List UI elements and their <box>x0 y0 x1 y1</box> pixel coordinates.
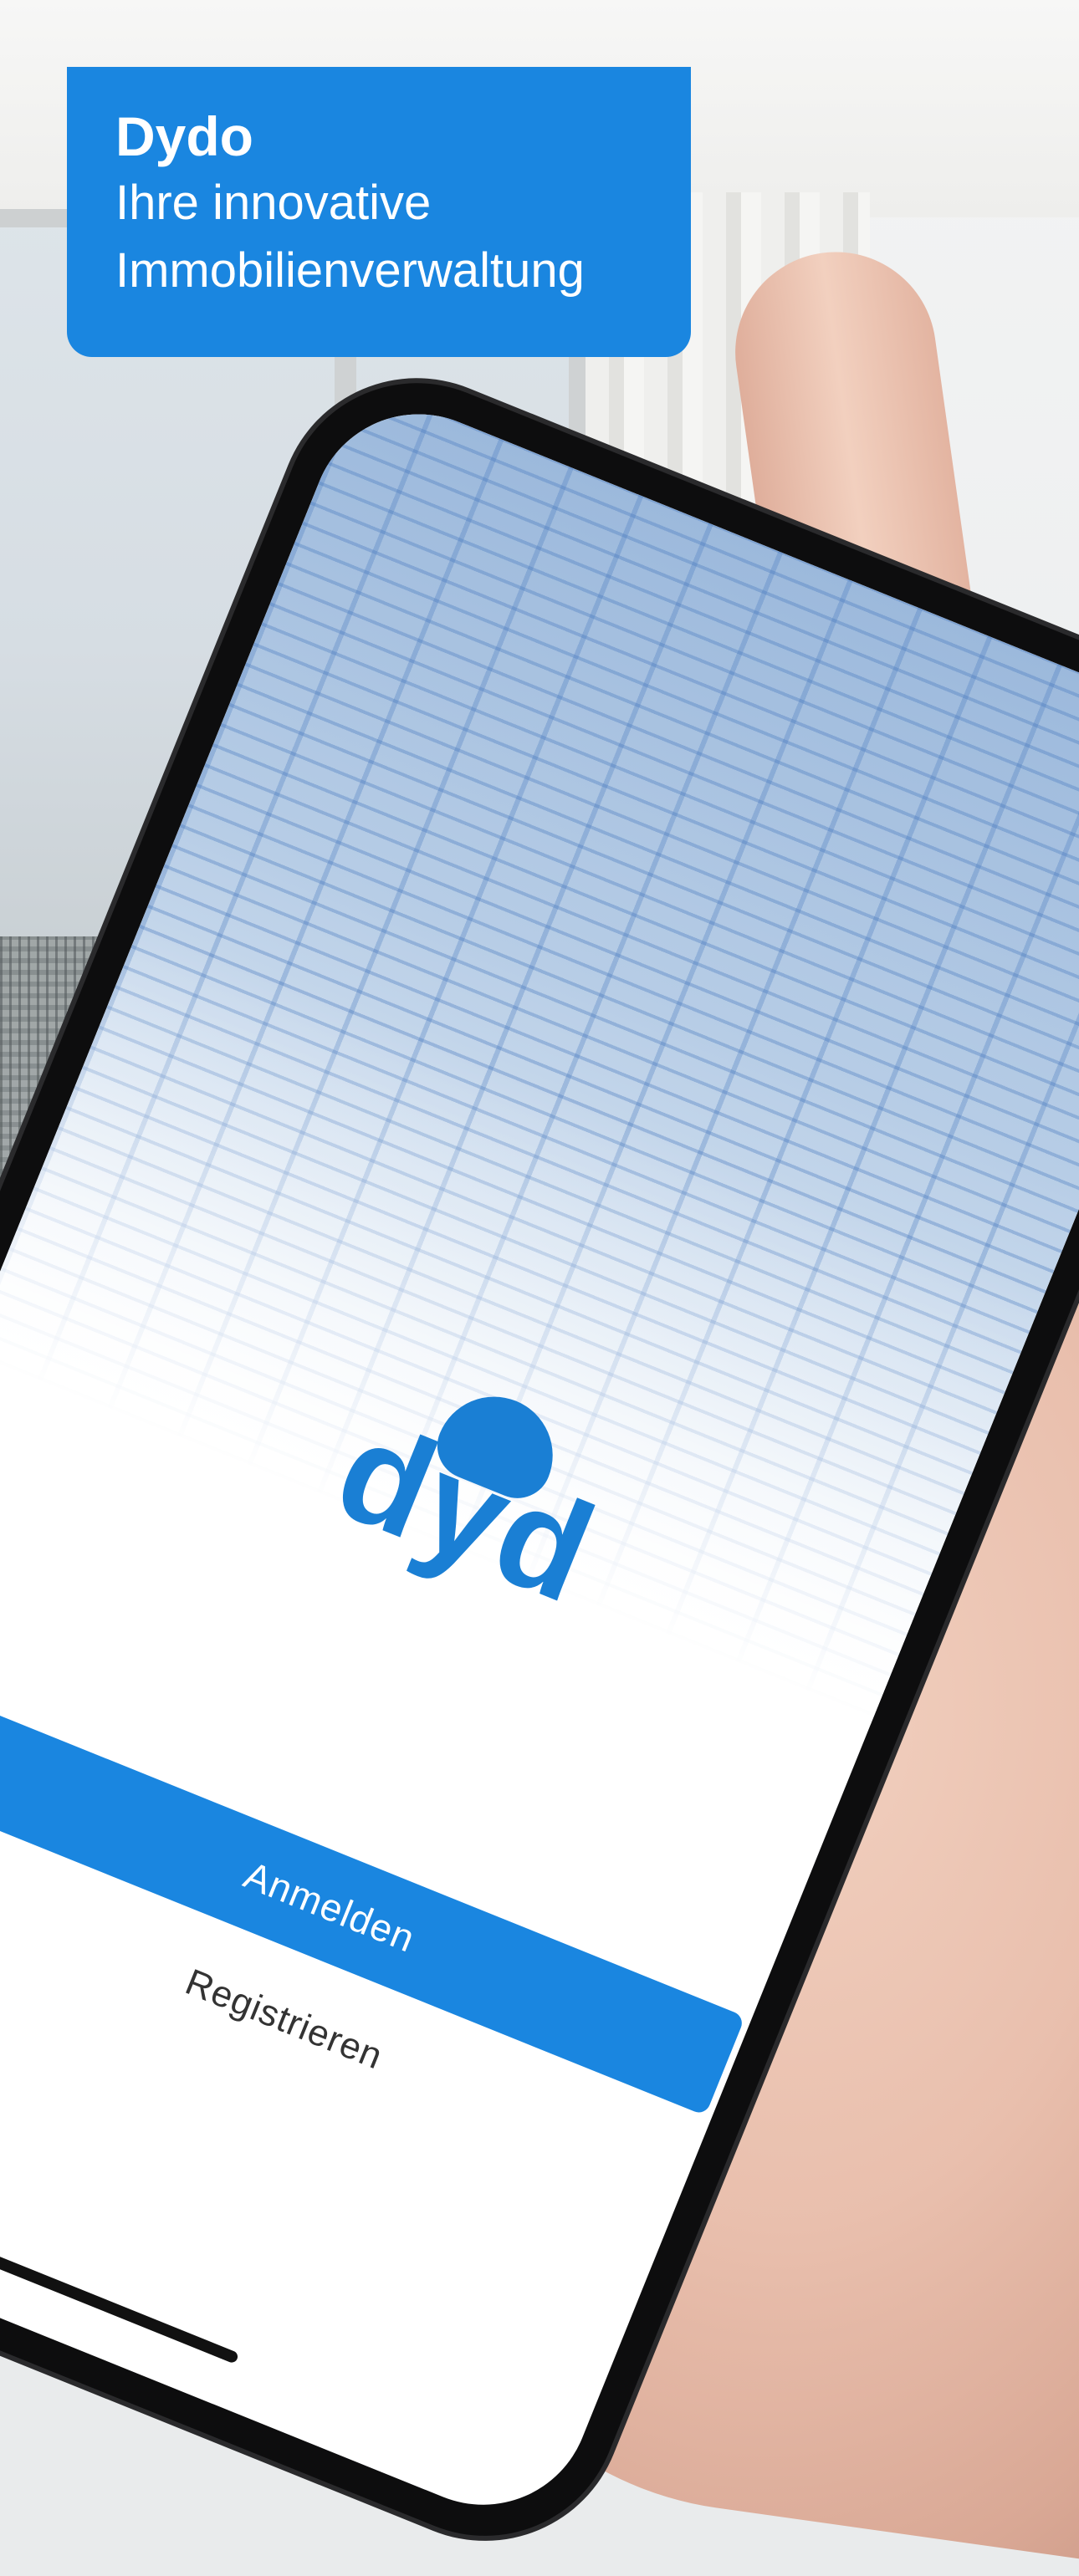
tagline-line-1: Ihre innovative <box>115 175 432 230</box>
app-title: Dydo <box>115 105 253 167</box>
header-badge: Dydo Ihre innovative Immobilienverwaltun… <box>67 67 691 357</box>
tagline-line-2: Immobilienverwaltung <box>115 243 585 298</box>
